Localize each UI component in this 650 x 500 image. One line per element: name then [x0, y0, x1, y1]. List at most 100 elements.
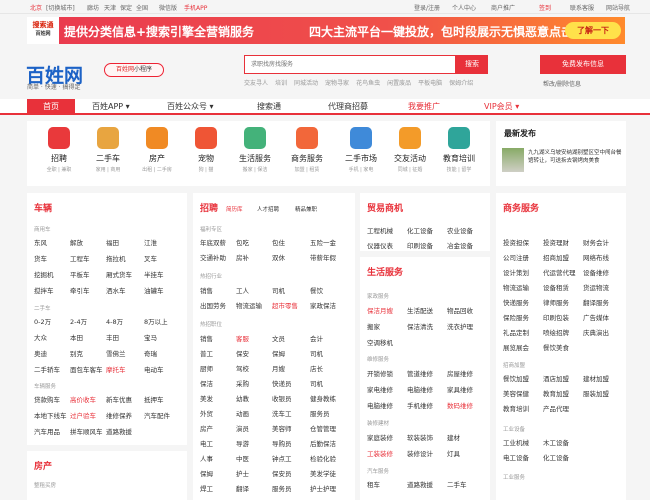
category-link[interactable]: 电脑维修	[407, 384, 433, 394]
category-link[interactable]: 护士护理	[310, 483, 336, 493]
category-link[interactable]: 洗衣护理	[447, 321, 473, 331]
category-link[interactable]: 喷绘招牌	[543, 327, 569, 337]
category-link[interactable]: 挖掘机	[34, 269, 54, 279]
category-link[interactable]: 美容保健	[503, 388, 529, 398]
jobs-title[interactable]: 招聘	[200, 201, 218, 214]
life-service-title[interactable]: 生活服务	[367, 265, 403, 278]
category-link[interactable]: 财务会计	[583, 237, 609, 247]
business-title[interactable]: 商务服务	[503, 201, 539, 214]
category-link[interactable]: 0-2万	[34, 316, 51, 326]
category-link[interactable]: 店长	[310, 363, 323, 373]
category-link[interactable]: 开锁修锁	[367, 368, 393, 378]
hot-keyword[interactable]: 交友寻人	[244, 80, 268, 87]
hot-keyword[interactable]: 同城活动	[294, 80, 318, 87]
category-link[interactable]: 道路救援	[407, 479, 433, 489]
category-link[interactable]: 木工设备	[543, 437, 569, 447]
category-link[interactable]: 宝马	[144, 332, 157, 342]
category-link[interactable]: 抵押车	[144, 394, 164, 404]
promote-link[interactable]: 商户推广	[491, 3, 515, 12]
category-link[interactable]: 教育加盟	[543, 388, 569, 398]
category-link[interactable]: 道路救援	[106, 426, 132, 436]
category-link[interactable]: 演员	[236, 423, 249, 433]
category-link[interactable]: 洗车工	[272, 408, 292, 418]
category-link[interactable]: 汽车配件	[144, 410, 170, 420]
hot-keyword[interactable]: 闲置废品	[387, 80, 411, 87]
category-link[interactable]: 新车优惠	[106, 394, 132, 404]
signin-link[interactable]: 签到	[539, 3, 551, 12]
nav-promote[interactable]: 我要推广	[408, 99, 440, 115]
nav-home[interactable]: 首页	[27, 99, 75, 115]
category-link[interactable]: 月嫂	[272, 363, 285, 373]
category-link[interactable]: 展览展会	[503, 342, 529, 352]
category-link[interactable]: 餐饮加盟	[503, 373, 529, 383]
category-link[interactable]: 手机维修	[407, 400, 433, 410]
hot-keyword[interactable]: 平板电脑	[418, 80, 442, 87]
category-link[interactable]: 司机	[272, 285, 285, 295]
category-link[interactable]: 搬家	[367, 321, 380, 331]
category-link[interactable]: 代运营代理	[543, 267, 576, 277]
category-link[interactable]: 电工设备	[503, 452, 529, 462]
category-link[interactable]: 保姆	[200, 468, 213, 478]
category-link[interactable]: 数码维修	[447, 400, 473, 410]
category-link[interactable]: 叉车	[144, 253, 157, 263]
category-link[interactable]: 租车	[367, 479, 380, 489]
category-link[interactable]: 客服	[236, 333, 249, 343]
category-link[interactable]: 餐饮	[310, 285, 323, 295]
category-link[interactable]: 导购员	[272, 438, 292, 448]
category-link[interactable]: 房补	[236, 252, 249, 262]
category-link[interactable]: 焊工	[200, 483, 213, 493]
category-link[interactable]: 钟点工	[272, 453, 292, 463]
nav-agent[interactable]: 代理商招募	[328, 99, 368, 115]
category-link[interactable]: 别克	[70, 348, 83, 358]
category-education[interactable]: 教育培训 技能 | 留学	[436, 127, 482, 173]
tab-talent[interactable]: 人才招聘	[257, 205, 279, 213]
category-business[interactable]: 商务服务 加盟 | 租赁	[284, 127, 330, 173]
category-link[interactable]: 美发学徒	[310, 468, 336, 478]
hot-keyword[interactable]: 宠物寻家	[325, 80, 349, 87]
category-house[interactable]: 房产 出租 | 二手房	[134, 127, 180, 173]
category-link[interactable]: 建材	[447, 432, 460, 442]
category-link[interactable]: 人事	[200, 453, 213, 463]
category-link[interactable]: 汽车用品	[34, 426, 60, 436]
category-link[interactable]: 高价收车	[70, 394, 96, 404]
app-link[interactable]: 手机APP	[184, 3, 207, 12]
category-link[interactable]: 拼车顺风车	[70, 426, 103, 436]
category-link[interactable]: 庆典演出	[583, 327, 609, 337]
city-link[interactable]: 保定	[120, 3, 132, 12]
category-link[interactable]: 超市零售	[272, 300, 298, 310]
category-link[interactable]: 奇瑞	[144, 348, 157, 358]
category-link[interactable]: 家具维修	[447, 384, 473, 394]
category-link[interactable]: 工人	[236, 285, 249, 295]
category-link[interactable]: 礼品定制	[503, 327, 529, 337]
category-link[interactable]: 仪器仪表	[367, 240, 393, 250]
category-link[interactable]: 保洁	[200, 378, 213, 388]
category-link[interactable]: 设计策划	[503, 267, 529, 277]
category-link[interactable]: 江淮	[144, 237, 157, 247]
category-link[interactable]: 二手轿车	[34, 364, 60, 374]
category-link[interactable]: 印刷设备	[407, 240, 433, 250]
category-link[interactable]: 检验化验	[310, 453, 336, 463]
category-link[interactable]: 丰田	[106, 332, 119, 342]
category-link[interactable]: 东风	[34, 237, 47, 247]
category-link[interactable]: 油罐车	[144, 285, 164, 295]
category-link[interactable]: 司机	[310, 348, 323, 358]
category-link[interactable]: 设备租赁	[543, 282, 569, 292]
category-second-hand[interactable]: 二手市场 手机 | 家电	[338, 127, 384, 173]
category-life-service[interactable]: 生活服务 搬家 | 保洁	[232, 127, 278, 173]
category-link[interactable]: 护士	[236, 468, 249, 478]
category-link[interactable]: 家电维修	[367, 384, 393, 394]
category-link[interactable]: 软装装饰	[407, 432, 433, 442]
category-link[interactable]: 投资理财	[543, 237, 569, 247]
category-link[interactable]: 拖拉机	[106, 253, 126, 263]
category-link[interactable]: 解放	[70, 237, 83, 247]
category-link[interactable]: 采购	[236, 378, 249, 388]
category-dating[interactable]: 交友活动 同城 | 征婚	[387, 127, 433, 173]
category-link[interactable]: 餐饮美食	[543, 342, 569, 352]
category-link[interactable]: 律师服务	[543, 297, 569, 307]
category-link[interactable]: 电动车	[144, 364, 164, 374]
category-link[interactable]: 保险服务	[503, 312, 529, 322]
category-link[interactable]: 平板车	[70, 269, 90, 279]
mini-program-button[interactable]: 百姓网小程序	[104, 63, 164, 77]
category-link[interactable]: 投资担保	[503, 237, 529, 247]
category-link[interactable]: 冶金设备	[447, 240, 473, 250]
